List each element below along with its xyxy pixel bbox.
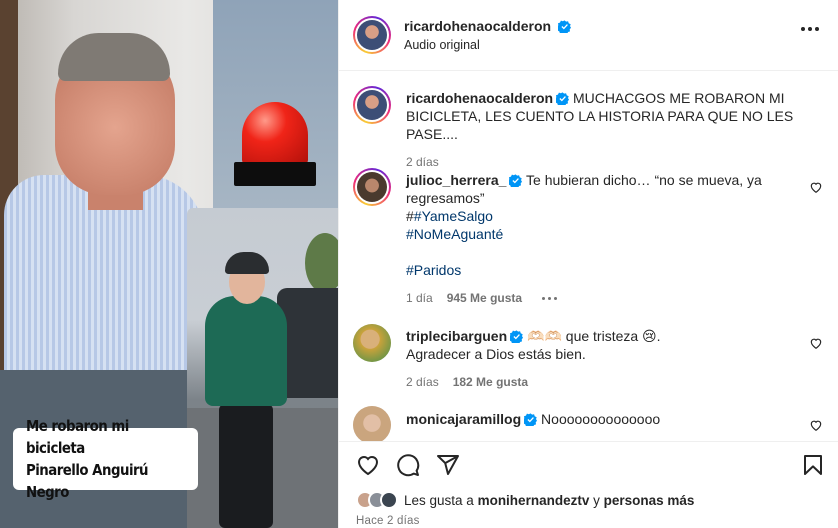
cyclist-photo-inset	[187, 208, 338, 528]
like-comment-heart-icon[interactable]	[809, 418, 823, 432]
likes-and: y	[589, 492, 604, 508]
audio-original-link[interactable]: Audio original	[404, 38, 571, 52]
author-avatar[interactable]	[353, 16, 391, 54]
comment-text-line1: 🫶🏻🫶🏻 que tristeza 😢.	[527, 328, 661, 344]
siren-light-image	[234, 102, 316, 186]
media-caption-line2: Pinarello Anguirú Negro	[25, 461, 149, 501]
hash-prefix: #	[406, 208, 414, 224]
likes-summary: Les gusta a monihernandeztv y personas m…	[356, 491, 694, 509]
siren-dome	[242, 102, 308, 164]
hashtag-link[interactable]: #Paridos	[406, 261, 806, 279]
verified-badge-icon	[510, 330, 524, 343]
commenter-avatar[interactable]	[353, 406, 391, 444]
commenter-username[interactable]: triplecibarguen	[406, 328, 507, 344]
cyclist-jacket	[205, 296, 287, 406]
liker-avatar	[380, 491, 398, 509]
comment-bubble-icon[interactable]	[396, 453, 420, 477]
inset-tree	[305, 233, 338, 293]
media-caption-line1: Me robaron mi bicicleta	[25, 417, 129, 457]
author-username[interactable]: ricardohenaocalderon	[404, 18, 551, 34]
share-send-icon[interactable]	[436, 453, 460, 477]
caption-username[interactable]: ricardohenaocalderon	[406, 90, 553, 106]
siren-base	[234, 162, 316, 186]
comment-time: 2 días	[406, 375, 439, 389]
comment-text-line2: regresamos”	[406, 190, 485, 206]
hashtag-link[interactable]: #NoMeAguanté	[406, 225, 806, 243]
other-likers-link[interactable]: personas más	[604, 493, 695, 508]
commenter-username[interactable]: julioc_herrera_	[406, 172, 506, 188]
comment-text-line1: Te hubieran dicho… “no se mueva, ya	[526, 172, 762, 188]
author-info: ricardohenaocalderon Audio original	[404, 18, 571, 52]
comment-options-icon[interactable]	[542, 296, 558, 300]
comment-likes[interactable]: 945 Me gusta	[447, 291, 522, 305]
verified-badge-icon	[524, 413, 538, 426]
hashtag-link[interactable]: #YameSalgo	[414, 208, 493, 224]
verified-badge-icon	[557, 20, 571, 33]
caption-author-avatar[interactable]	[353, 86, 391, 124]
media-caption-box: Me robaron mi bicicleta Pinarello Anguir…	[13, 417, 198, 501]
comment-text-line1: Noooooooooooooo	[541, 411, 661, 427]
more-options-icon[interactable]	[801, 27, 819, 31]
commenter-avatar[interactable]	[353, 168, 391, 206]
caption-text-line2: BICICLETA, LES CUENTO LA HISTORIA PARA Q…	[406, 108, 794, 142]
caption-time: 2 días	[406, 155, 439, 169]
comment-time: 1 día	[406, 291, 433, 305]
person-hair	[58, 33, 170, 81]
post-actions-bar: Les gusta a monihernandeztv y personas m…	[339, 441, 838, 528]
liker-username[interactable]: monihernandeztv	[478, 493, 590, 508]
cyclist-helmet	[225, 252, 269, 274]
commenter-avatar[interactable]	[353, 324, 391, 362]
comment-likes[interactable]: 182 Me gusta	[453, 375, 528, 389]
verified-badge-icon	[556, 92, 570, 105]
commenter-username[interactable]: monicajaramillog	[406, 411, 521, 427]
save-bookmark-icon[interactable]	[801, 453, 825, 477]
comment-text-line2: Agradecer a Dios estás bien.	[406, 346, 586, 362]
like-comment-heart-icon[interactable]	[809, 180, 823, 194]
likes-prefix: Les gusta a	[404, 492, 478, 508]
like-comment-heart-icon[interactable]	[809, 336, 823, 350]
like-heart-icon[interactable]	[356, 453, 380, 477]
post-time-ago: Hace 2 días	[356, 515, 420, 527]
post-media[interactable]: Me robaron mi bicicleta Pinarello Anguir…	[0, 0, 338, 528]
caption-text-line1: MUCHACGOS ME ROBARON MI	[572, 90, 785, 106]
cyclist-legs	[219, 404, 273, 528]
post-side-panel: ricardohenaocalderon Audio original rica…	[338, 0, 838, 528]
post-header: ricardohenaocalderon Audio original	[339, 0, 838, 71]
verified-badge-icon	[509, 174, 523, 187]
